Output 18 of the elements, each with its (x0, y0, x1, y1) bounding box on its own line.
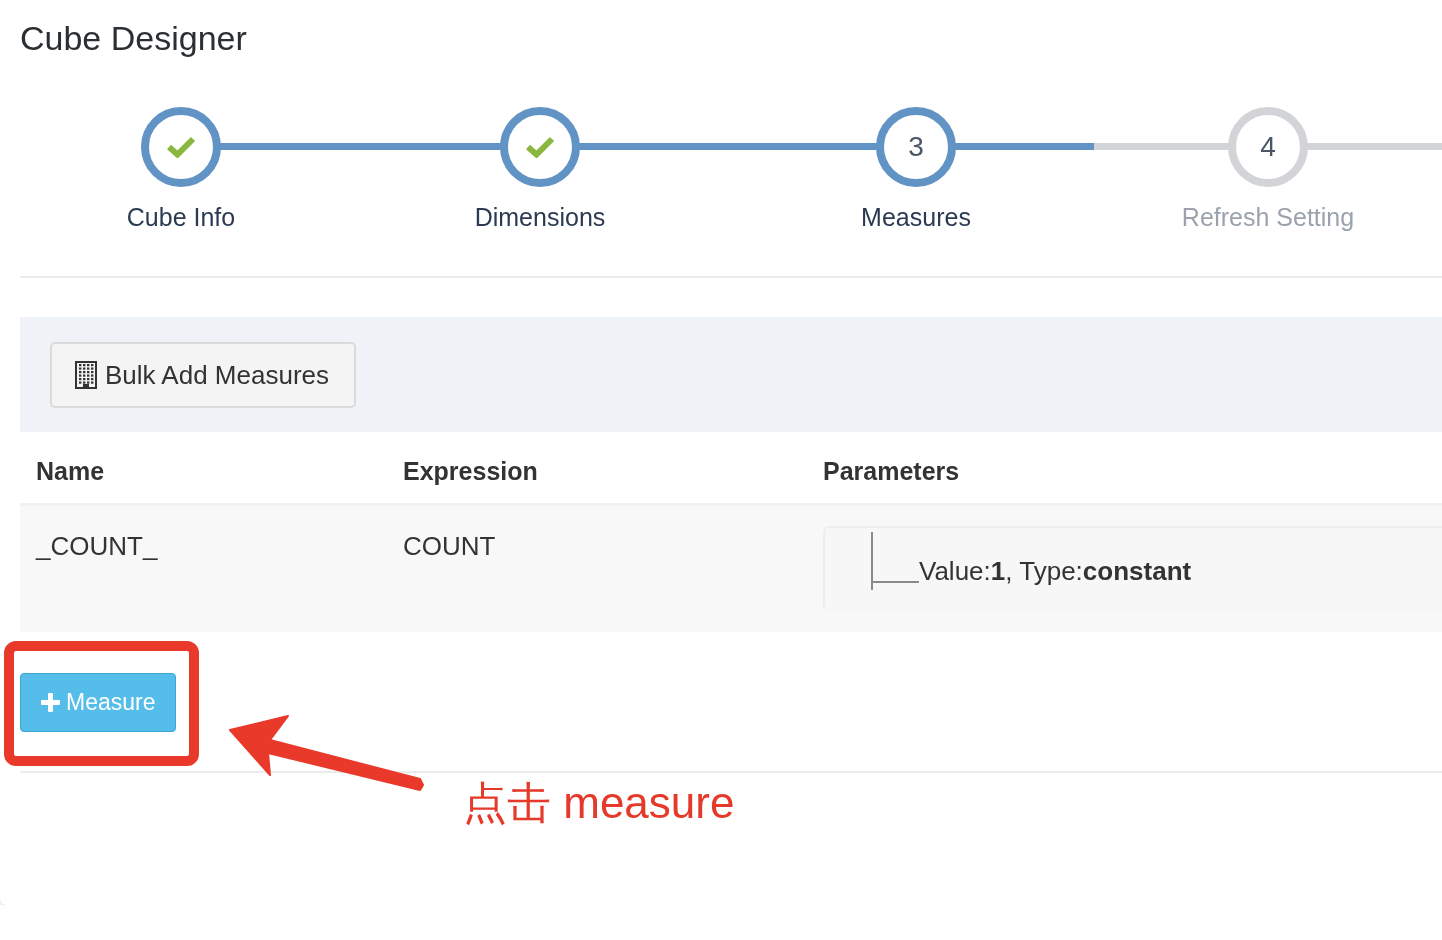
tree-line-icon (871, 532, 919, 590)
check-icon (525, 136, 555, 158)
annotation-text: 点击 measure (463, 779, 735, 827)
step-label: Measures (861, 202, 971, 232)
step-indicator: 3 (876, 107, 956, 187)
step-indicator: 4 (1228, 107, 1308, 187)
check-icon (166, 136, 196, 158)
step-label: Dimensions (474, 202, 606, 232)
arrow-icon (228, 714, 425, 792)
step-label: Cube Info (126, 202, 236, 232)
bulk-add-button[interactable]: Bulk Add Measures (50, 342, 356, 408)
table-cell: _COUNT_ (20, 506, 387, 632)
table-cell: COUNT (387, 506, 807, 632)
page-title: Cube Designer (20, 18, 248, 58)
step-label: Refresh Setting (1181, 202, 1355, 232)
building-icon (75, 361, 97, 389)
parameter-text: Value:1, Type:constant (919, 556, 1192, 586)
plus-icon (41, 693, 60, 712)
